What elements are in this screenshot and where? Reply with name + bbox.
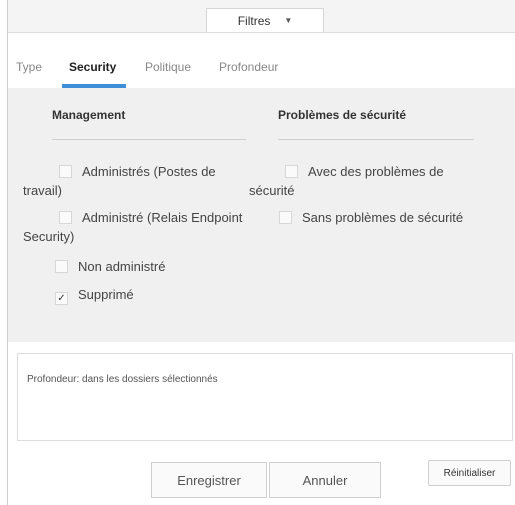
option-label: Supprimé [78,287,134,302]
management-divider [52,139,246,140]
option-label: Administré (Relais Endpoint Security) [23,210,243,244]
option-label: Non administré [78,259,166,274]
option-label: Administrés (Postes de travail) [23,164,216,198]
checkbox-administered-workstations[interactable] [59,165,72,178]
option-without-security-problems[interactable]: Sans problèmes de sécurité [279,208,463,227]
chevron-down-icon: ▼ [284,16,293,25]
security-problems-divider [278,139,474,140]
checkbox-with-security-problems[interactable] [285,165,298,178]
tab-profondeur[interactable]: Profondeur [219,60,278,74]
checkbox-not-administered[interactable] [55,260,68,273]
checkbox-without-security-problems[interactable] [279,211,292,224]
top-bar: Filtres ▼ [8,0,515,33]
depth-summary-box: Profondeur: dans les dossiers sélectionn… [17,353,513,441]
checkbox-deleted[interactable]: ✓ [55,292,68,305]
save-button[interactable]: Enregistrer [151,462,267,498]
management-heading: Management [52,108,126,122]
security-problems-heading: Problèmes de sécurité [278,108,407,122]
tab-type[interactable]: Type [16,60,42,74]
option-not-administered[interactable]: Non administré [55,257,165,276]
option-label: Sans problèmes de sécurité [302,210,464,225]
tab-bar: Type Security Politique Profondeur [8,52,515,88]
filter-dialog: Filtres ▼ Type Security Politique Profon… [7,0,515,505]
reset-button[interactable]: Réinitialiser [428,460,511,486]
security-panel: Management Problèmes de sécurité Adminis… [8,88,515,342]
option-deleted[interactable]: ✓ Supprimé [55,285,134,305]
filters-dropdown[interactable]: Filtres ▼ [206,8,324,32]
tab-politique[interactable]: Politique [145,60,191,74]
option-label: Avec des problèmes de sécurité [249,164,444,198]
cancel-button[interactable]: Annuler [269,462,381,498]
option-administered-relay[interactable]: Administré (Relais Endpoint Security) [23,208,243,246]
option-with-security-problems[interactable]: Avec des problèmes de sécurité [249,162,449,200]
checkbox-administered-relay[interactable] [59,211,72,224]
filters-dropdown-label: Filtres [237,13,271,28]
depth-summary-text: Profondeur: dans les dossiers sélectionn… [27,374,218,385]
option-administered-workstations[interactable]: Administrés (Postes de travail) [23,162,233,200]
tab-security[interactable]: Security [69,60,116,74]
